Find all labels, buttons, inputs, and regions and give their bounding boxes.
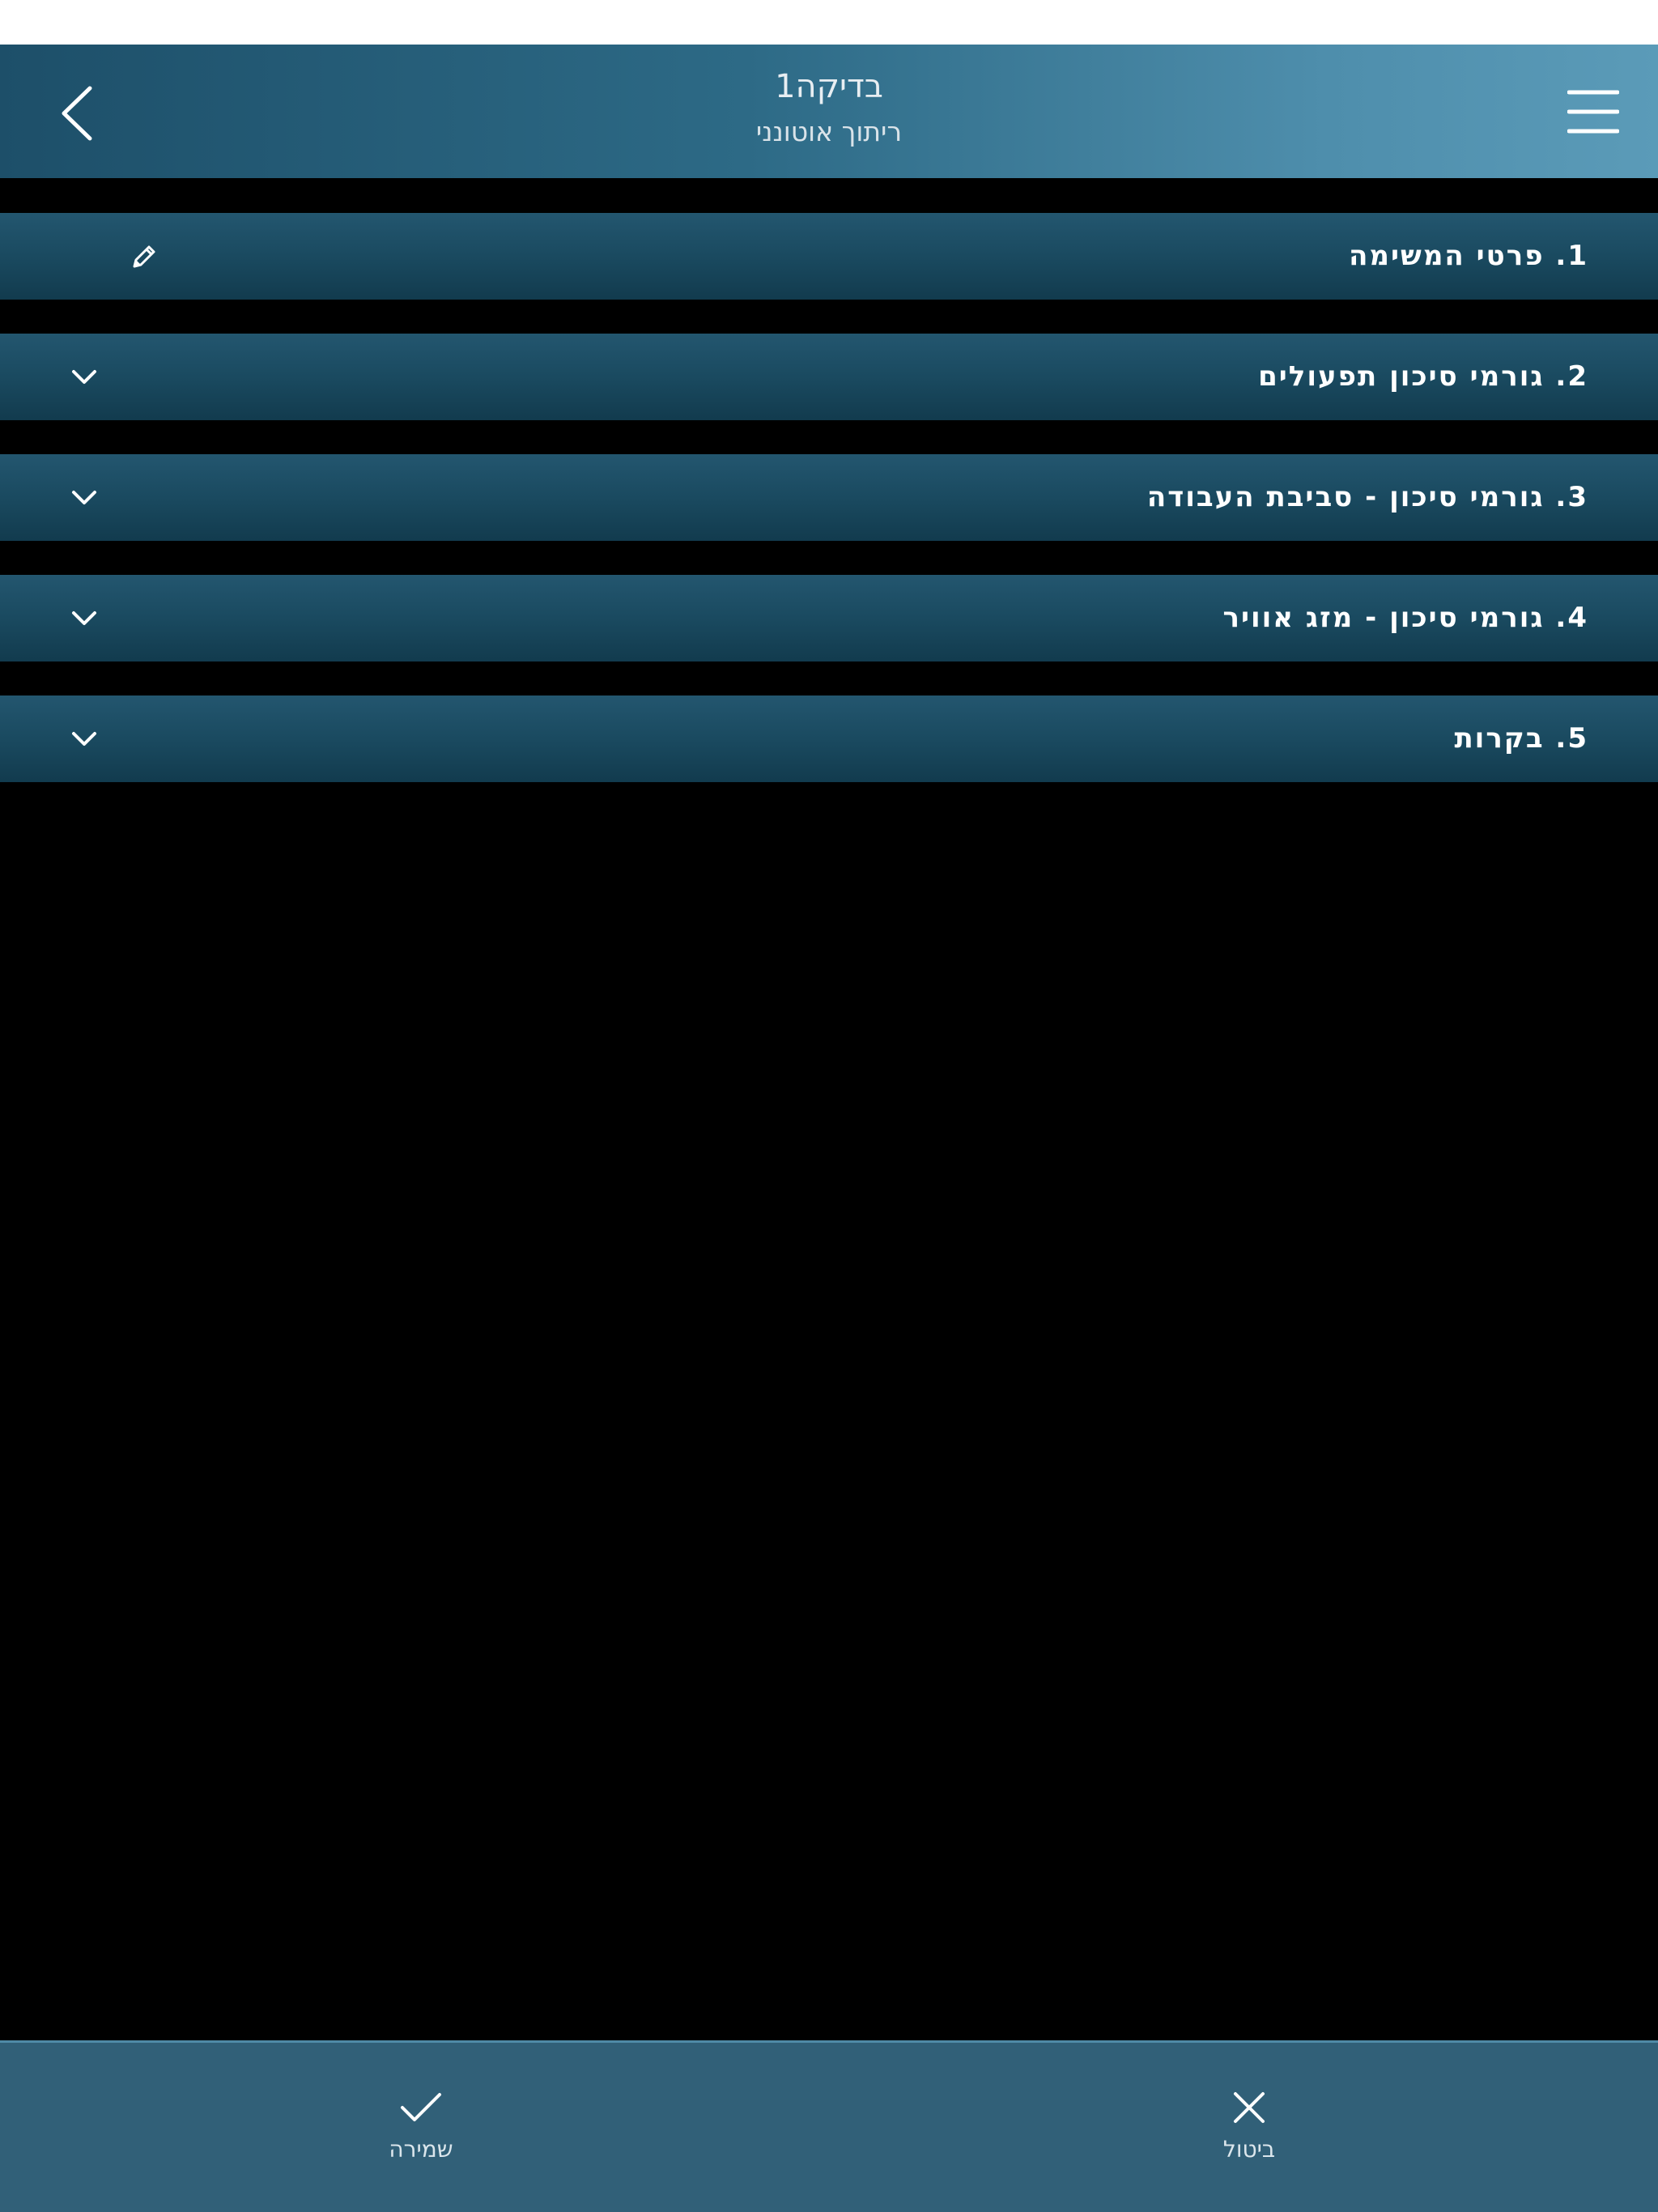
page-subtitle: ריתוך אוטונני [755,116,903,147]
section-label: 1. פרטי המשימה [1349,240,1588,272]
sections-list: 1. פרטי המשימה 2. גורמי סיכון תפעולים 3.… [0,213,1658,816]
cancel-button[interactable]: ביטול [1168,2083,1330,2167]
bottom-action-bar: שמירה ביטול [0,2040,1658,2212]
section-task-details[interactable]: 1. פרטי המשימה [0,213,1658,300]
app-screen: בדיקה1 ריתוך אוטונני 1. פרטי המשימה 2. ג… [0,0,1658,2212]
section-label: 4. גורמי סיכון - מזג אוויר [1222,602,1588,634]
chevron-down-icon[interactable] [63,454,105,541]
back-button[interactable] [45,77,109,150]
section-label: 2. גורמי סיכון תפעולים [1258,360,1588,393]
section-work-environment-risks[interactable]: 3. גורמי סיכון - סביבת העבודה [0,454,1658,541]
section-operational-risks[interactable]: 2. גורמי סיכון תפעולים [0,334,1658,420]
save-label: שמירה [389,2136,453,2163]
page-title: בדיקה1 [775,68,883,105]
status-bar [0,0,1658,45]
title-block: בדיקה1 ריתוך אוטונני [424,62,1234,153]
section-label: 5. בקרות [1454,722,1588,755]
section-controls[interactable]: 5. בקרות [0,696,1658,782]
cancel-label: ביטול [1222,2136,1276,2163]
section-label: 3. גורמי סיכון - סביבת העבודה [1146,481,1588,513]
section-weather-risks[interactable]: 4. גורמי סיכון - מזג אוויר [0,575,1658,661]
chevron-left-icon [62,86,92,141]
checkmark-icon [340,2083,502,2132]
chevron-down-icon[interactable] [63,334,105,420]
top-app-bar: בדיקה1 ריתוך אוטונני [0,45,1658,178]
save-button[interactable]: שמירה [340,2083,502,2167]
menu-button[interactable] [1561,81,1626,142]
chevron-down-icon[interactable] [63,696,105,782]
hamburger-menu-icon [1567,90,1619,133]
pencil-icon[interactable] [121,213,167,300]
chevron-down-icon[interactable] [63,575,105,661]
close-icon [1168,2083,1330,2132]
